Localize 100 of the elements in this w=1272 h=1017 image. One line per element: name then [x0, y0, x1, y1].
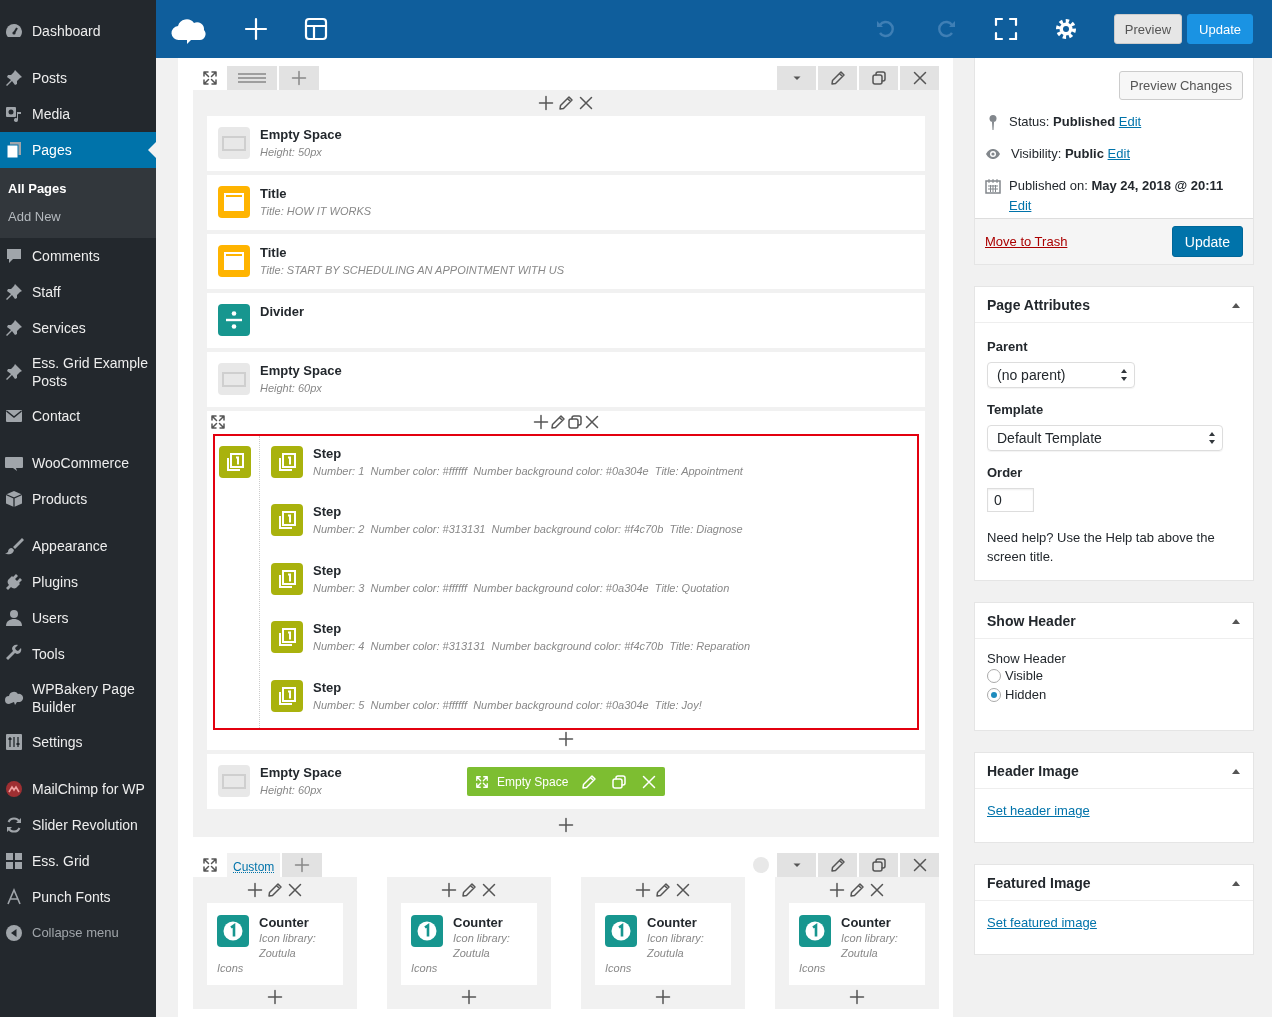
- sidebar-item[interactable]: Slider Revolution: [0, 807, 156, 843]
- submenu-item[interactable]: All Pages: [0, 175, 156, 203]
- submenu-item[interactable]: Add New: [0, 203, 156, 231]
- edit-icon[interactable]: [849, 882, 865, 898]
- element-title: Counter: [840, 915, 892, 931]
- add-icon[interactable]: [829, 882, 845, 898]
- add-icon[interactable]: [267, 989, 283, 1005]
- element-title: Step: [313, 504, 343, 521]
- sidebar-item[interactable]: Pages: [0, 132, 156, 168]
- edit-icon[interactable]: [829, 70, 846, 86]
- radio-button[interactable]: [987, 687, 1001, 702]
- add-icon[interactable]: [849, 989, 865, 1005]
- preview-changes-button[interactable]: Preview Changes: [1119, 71, 1243, 100]
- sidebar-item[interactable]: MailChimp for WP: [0, 771, 156, 807]
- update-button[interactable]: Update: [1171, 226, 1243, 257]
- set-image-link[interactable]: Set header image: [987, 803, 1090, 818]
- add-icon[interactable]: [558, 817, 574, 833]
- copy-icon[interactable]: [566, 413, 583, 430]
- calendar-icon: [985, 178, 1001, 194]
- field-label: Parent: [987, 339, 1029, 354]
- add-icon[interactable]: [635, 882, 651, 898]
- add-icon[interactable]: [461, 989, 477, 1005]
- sidebar-item[interactable]: Posts: [0, 60, 156, 96]
- collapse-icon: [4, 923, 24, 943]
- drag-handle-icon[interactable]: [210, 413, 226, 430]
- element-card[interactable]: Empty Space Height: 60px: [207, 352, 925, 407]
- close-icon[interactable]: [911, 70, 928, 86]
- sidebar-item[interactable]: Plugins: [0, 564, 156, 600]
- edit-icon[interactable]: [558, 95, 574, 111]
- close-icon[interactable]: [481, 882, 497, 898]
- edit-icon[interactable]: [549, 413, 566, 430]
- edit-icon[interactable]: [461, 882, 477, 898]
- add-icon[interactable]: [558, 731, 574, 747]
- settings-icon[interactable]: [1053, 17, 1078, 41]
- close-icon[interactable]: [583, 413, 600, 430]
- eye-icon: [985, 146, 1003, 162]
- element-card[interactable]: Counter Icon library: Zoutula Icons: [207, 903, 343, 985]
- add-icon[interactable]: [538, 95, 554, 111]
- sidebar-item[interactable]: Media: [0, 96, 156, 132]
- close-icon[interactable]: [287, 882, 303, 898]
- add-icon[interactable]: [655, 989, 671, 1005]
- sidebar-item[interactable]: Ess. Grid: [0, 843, 156, 879]
- element-card[interactable]: Divider: [207, 293, 925, 348]
- close-icon[interactable]: [578, 95, 594, 111]
- plug-icon: [4, 572, 24, 592]
- element-card[interactable]: Counter Icon library: Zoutula Icons: [595, 903, 731, 985]
- pin-icon: [4, 282, 24, 302]
- drag-handle-icon[interactable]: [202, 857, 218, 873]
- edit-icon[interactable]: [267, 882, 283, 898]
- edit-link[interactable]: Edit: [1118, 114, 1142, 129]
- sidebar-item[interactable]: Ess. Grid Example Posts: [0, 346, 156, 398]
- edit-icon[interactable]: [829, 857, 846, 873]
- element-detail: Icon library: Zoutula Icons: [411, 931, 511, 976]
- edit-link[interactable]: Edit: [1009, 198, 1032, 213]
- speech-bubble-icon: [4, 246, 24, 266]
- add-icon[interactable]: [441, 882, 457, 898]
- element-card[interactable]: Counter Icon library: Zoutula Icons: [789, 903, 925, 985]
- parent-select[interactable]: (no parent): [987, 362, 1135, 388]
- add-icon[interactable]: [247, 882, 263, 898]
- sidebar-item[interactable]: Contact: [0, 398, 156, 434]
- edit-link[interactable]: Edit: [1107, 146, 1130, 161]
- element-card[interactable]: Empty Space Height: 50px: [207, 116, 925, 171]
- sidebar-item[interactable]: Services: [0, 310, 156, 346]
- add-icon[interactable]: [532, 413, 549, 430]
- element-card[interactable]: Counter Icon library: Zoutula Icons: [401, 903, 537, 985]
- close-icon[interactable]: [869, 882, 885, 898]
- sidebar-item[interactable]: WPBakery Page Builder: [0, 672, 156, 724]
- layout-icon[interactable]: [304, 17, 328, 41]
- element-detail: Number: 1 Number color: #ffffff Number background color: #0a304e Title: Appointment: [313, 464, 743, 479]
- sidebar-item[interactable]: Appearance: [0, 528, 156, 564]
- element-title: Counter: [258, 915, 310, 931]
- preview-button[interactable]: Preview: [1113, 14, 1183, 44]
- copy-icon[interactable]: [870, 857, 887, 873]
- sidebar-item[interactable]: Tools: [0, 636, 156, 672]
- edit-icon[interactable]: [655, 882, 671, 898]
- close-icon[interactable]: [911, 857, 928, 873]
- sidebar-item[interactable]: Settings: [0, 724, 156, 760]
- sidebar-item[interactable]: Staff: [0, 274, 156, 310]
- sidebar-item[interactable]: Punch Fonts: [0, 879, 156, 915]
- row-tab[interactable]: Custom: [227, 853, 281, 877]
- set-image-link[interactable]: Set featured image: [987, 915, 1097, 930]
- sidebar-item[interactable]: Comments: [0, 238, 156, 274]
- radio-button[interactable]: [987, 668, 1001, 683]
- sidebar-item[interactable]: Dashboard: [0, 13, 156, 49]
- element-card[interactable]: Title Title: START BY SCHEDULING AN APPOINTMENT WITH US: [207, 234, 925, 289]
- sidebar-item[interactable]: Users: [0, 600, 156, 636]
- template-select[interactable]: Default Template: [987, 425, 1223, 451]
- close-icon[interactable]: [675, 882, 691, 898]
- sidebar-item[interactable]: WooCommerce: [0, 445, 156, 481]
- trash-link[interactable]: Move to Trash: [985, 234, 1068, 249]
- plus-icon[interactable]: [244, 17, 268, 41]
- copy-icon[interactable]: [870, 70, 887, 86]
- drag-handle-icon[interactable]: [202, 70, 218, 86]
- sidebar-item[interactable]: Products: [0, 481, 156, 517]
- divide-icon: [218, 304, 250, 336]
- element-card[interactable]: Title Title: HOW IT WORKS: [207, 175, 925, 230]
- collapse-menu-button[interactable]: Collapse menu: [0, 915, 156, 951]
- order-input[interactable]: 0: [987, 488, 1034, 512]
- select-arrows-icon: [1208, 431, 1216, 445]
- fullscreen-icon[interactable]: [993, 17, 1018, 41]
